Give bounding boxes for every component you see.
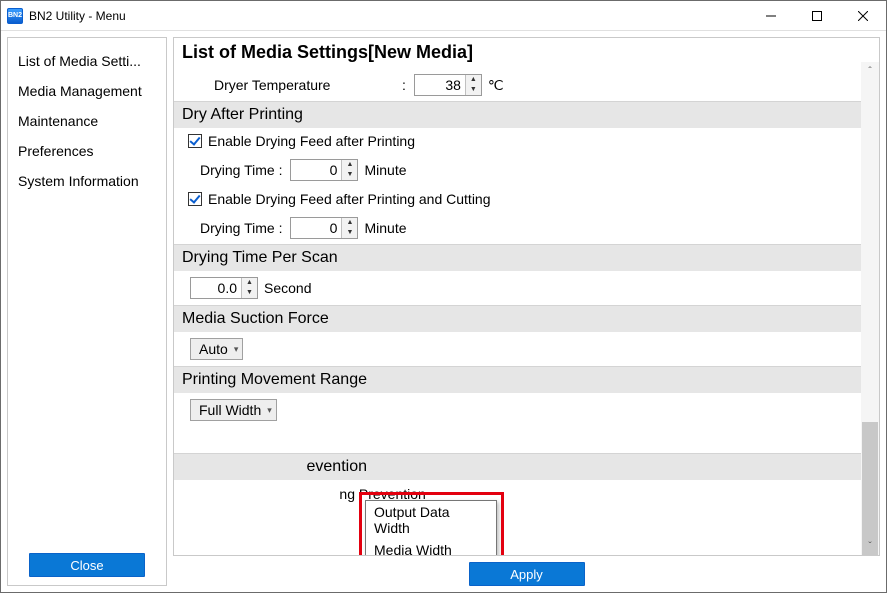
per-scan-unit: Second: [264, 280, 311, 296]
dryer-temp-label: Dryer Temperature: [214, 77, 394, 93]
window-title: BN2 Utility - Menu: [29, 9, 748, 23]
suction-row: Auto ▾: [174, 332, 861, 366]
dryer-temp-unit: ℃: [488, 77, 504, 94]
section-dry-after: Dry After Printing: [174, 101, 861, 128]
dryer-temp-row: Dryer Temperature : ▲▼ ℃: [174, 69, 861, 101]
chk-drying-feed-cut-label: Enable Drying Feed after Printing and Cu…: [208, 191, 491, 207]
drying-time2-label: Drying Time :: [200, 220, 282, 236]
suction-value: Auto: [199, 341, 228, 357]
scroll-area: List of Media Settings[New Media] Dryer …: [174, 38, 861, 555]
scroll-thumb[interactable]: [862, 422, 878, 556]
spinner-arrows[interactable]: ▲▼: [241, 278, 257, 298]
chk-drying-feed-cut[interactable]: [188, 192, 202, 206]
drying-time1-unit: Minute: [364, 162, 406, 178]
drying-time2-input[interactable]: [291, 218, 341, 238]
per-scan-input[interactable]: [191, 278, 241, 298]
drying-time1-input[interactable]: [291, 160, 341, 180]
drying-time1-label: Drying Time :: [200, 162, 282, 178]
sidebar-item-media-settings[interactable]: List of Media Setti...: [8, 46, 166, 76]
scroll-up-arrow[interactable]: ˆ: [861, 62, 879, 80]
apply-button[interactable]: Apply: [469, 562, 585, 586]
scroll-down-arrow[interactable]: ˇ: [861, 537, 879, 555]
section-stick-prev: Media Sticking Prevention: [174, 453, 861, 480]
per-scan-spinner[interactable]: ▲▼: [190, 277, 258, 299]
chk-drying-feed-print-row: Enable Drying Feed after Printing: [174, 128, 861, 154]
minimize-button[interactable]: [748, 1, 794, 30]
dryer-temp-spinner[interactable]: ▲▼: [414, 74, 482, 96]
spinner-arrows[interactable]: ▲▼: [341, 218, 357, 238]
chk-drying-feed-cut-row: Enable Drying Feed after Printing and Cu…: [174, 186, 861, 212]
main: List of Media Settings[New Media] Dryer …: [173, 37, 880, 586]
colon: :: [394, 77, 414, 93]
move-range-dropdown[interactable]: Output Data Width Media Width Full Width: [365, 500, 497, 556]
move-range-row: Full Width ▾: [174, 393, 861, 423]
per-scan-row: ▲▼ Second: [174, 271, 861, 305]
chevron-down-icon: ▾: [267, 405, 272, 416]
sidebar-item-maintenance[interactable]: Maintenance: [8, 106, 166, 136]
drying-time1-row: Drying Time : ▲▼ Minute: [174, 154, 861, 186]
section-move-range: Printing Movement Range: [174, 366, 861, 393]
dropdown-item-output-data-width[interactable]: Output Data Width: [366, 501, 496, 539]
page-title: List of Media Settings[New Media]: [174, 38, 861, 69]
app-icon: BN2: [7, 8, 23, 24]
dropdown-item-media-width[interactable]: Media Width: [366, 539, 496, 556]
titlebar: BN2 BN2 Utility - Menu: [1, 1, 886, 31]
app-window: BN2 BN2 Utility - Menu List of Media Set…: [0, 0, 887, 593]
spinner-arrows[interactable]: ▲▼: [341, 160, 357, 180]
chk-drying-feed-print[interactable]: [188, 134, 202, 148]
drying-time2-row: Drying Time : ▲▼ Minute: [174, 212, 861, 244]
sidebar-item-preferences[interactable]: Preferences: [8, 136, 166, 166]
section-suction: Media Suction Force: [174, 305, 861, 332]
close-button[interactable]: Close: [29, 553, 145, 577]
spinner-arrows[interactable]: ▲▼: [465, 75, 481, 95]
sidebar-item-system-info[interactable]: System Information: [8, 166, 166, 196]
drying-time2-unit: Minute: [364, 220, 406, 236]
sidebar: List of Media Setti... Media Management …: [7, 37, 167, 586]
body: List of Media Setti... Media Management …: [1, 31, 886, 592]
suction-combo[interactable]: Auto ▾: [190, 338, 243, 360]
sidebar-item-media-management[interactable]: Media Management: [8, 76, 166, 106]
maximize-button[interactable]: [794, 1, 840, 30]
close-window-button[interactable]: [840, 1, 886, 30]
drying-time2-spinner[interactable]: ▲▼: [290, 217, 358, 239]
content-frame: List of Media Settings[New Media] Dryer …: [173, 37, 880, 556]
move-range-value: Full Width: [199, 402, 261, 418]
chevron-down-icon: ▾: [234, 344, 239, 355]
vertical-scrollbar[interactable]: ˆ ˇ: [861, 62, 879, 555]
window-controls: [748, 1, 886, 30]
chk-stick-prev-row: ☑ Enable Media Sticking Prevention: [174, 480, 861, 507]
drying-time1-spinner[interactable]: ▲▼: [290, 159, 358, 181]
apply-row: Apply: [173, 556, 880, 586]
move-range-combo[interactable]: Full Width ▾: [190, 399, 277, 421]
section-per-scan: Drying Time Per Scan: [174, 244, 861, 271]
chk-drying-feed-print-label: Enable Drying Feed after Printing: [208, 133, 415, 149]
dryer-temp-input[interactable]: [415, 75, 465, 95]
